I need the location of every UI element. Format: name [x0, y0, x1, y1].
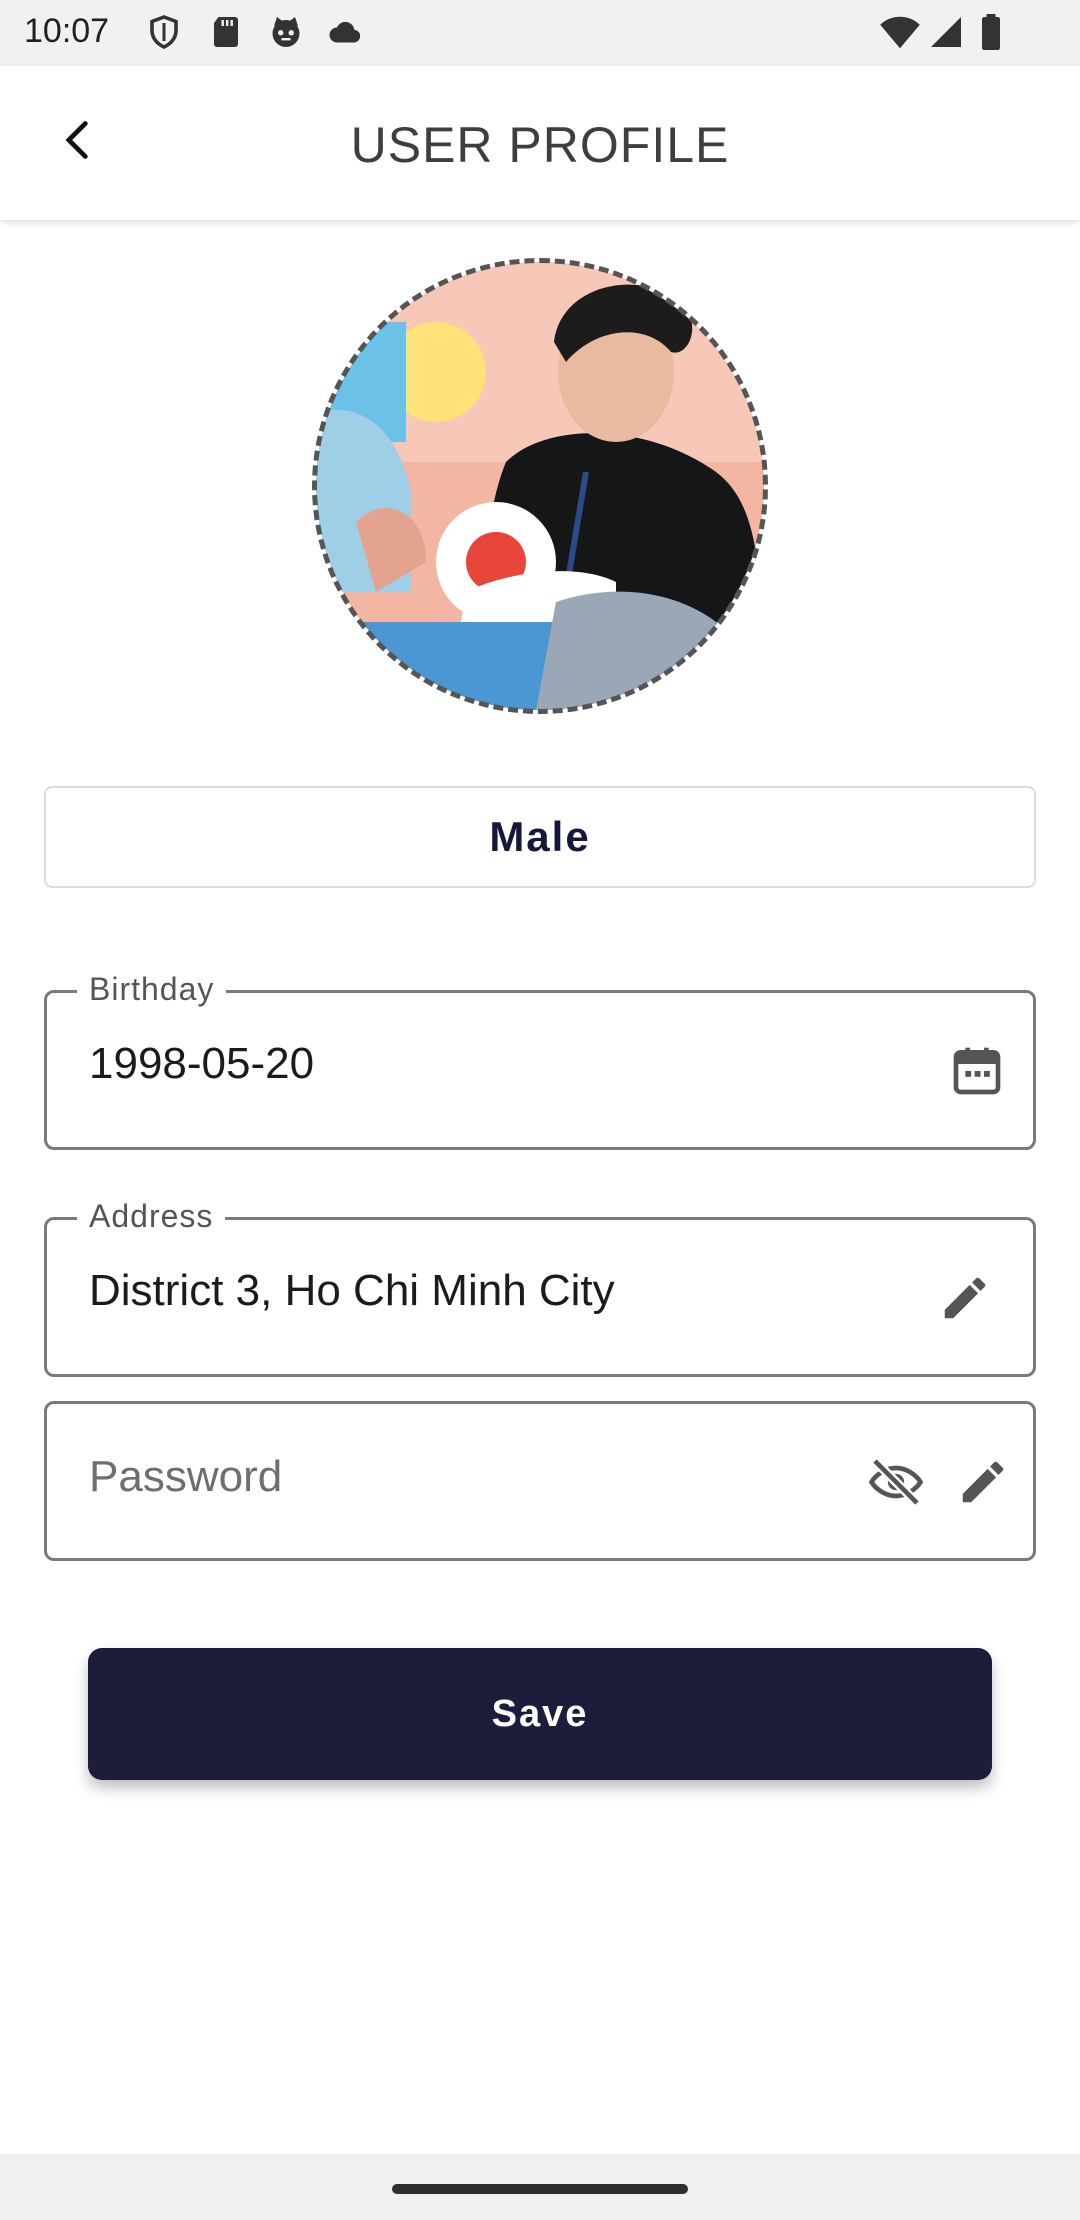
avatar-photo [316, 262, 764, 710]
calendar-button[interactable] [947, 1041, 1007, 1101]
wifi-icon [880, 16, 920, 49]
avatar[interactable] [316, 262, 764, 710]
gender-button[interactable]: Male [44, 786, 1036, 888]
signal-icon [931, 17, 961, 47]
page-title: USER PROFILE [350, 117, 730, 173]
edit-password-button[interactable] [953, 1452, 1013, 1512]
battery-icon [982, 14, 1000, 50]
birthday-label: Birthday [77, 971, 227, 1008]
address-field[interactable]: Address District 3, Ho Chi Minh City [44, 1198, 1036, 1377]
toggle-password-visibility-button[interactable] [861, 1452, 931, 1512]
pencil-icon [944, 1277, 986, 1319]
pencil-icon [962, 1461, 1004, 1503]
cloud-icon [329, 21, 361, 43]
status-bar: 10:07 [0, 0, 1080, 66]
address-label: Address [77, 1198, 226, 1235]
birthday-value[interactable]: 1998-05-20 [89, 1039, 314, 1089]
eye-off-icon [868, 1457, 924, 1507]
save-button[interactable]: Save [88, 1648, 992, 1780]
password-input[interactable]: Password [89, 1452, 282, 1502]
navigation-bar [0, 2154, 1080, 2220]
status-time: 10:07 [24, 12, 110, 50]
sd-card-icon [214, 17, 238, 47]
app-bar: USER PROFILE [0, 66, 1080, 220]
cat-face-icon [272, 17, 300, 47]
password-field[interactable]: Password [44, 1401, 1036, 1561]
shield-icon [150, 15, 178, 49]
calendar-icon [953, 1047, 1001, 1095]
address-value[interactable]: District 3, Ho Chi Minh City [89, 1266, 615, 1316]
edit-address-button[interactable] [935, 1268, 995, 1328]
birthday-field[interactable]: Birthday 1998-05-20 [44, 971, 1036, 1150]
home-gesture-handle[interactable] [392, 2184, 688, 2194]
